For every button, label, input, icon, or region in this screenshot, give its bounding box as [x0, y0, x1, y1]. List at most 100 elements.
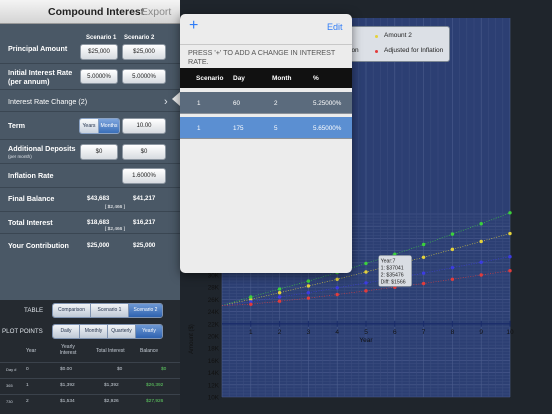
total-interest-label: Total Interest	[8, 218, 53, 227]
plot-option-quarterly[interactable]: Quarterly	[108, 325, 136, 338]
table-option-scenario-1[interactable]: Scenario 1	[91, 304, 129, 317]
y-tick-label: 30K	[208, 273, 220, 280]
rate-change-popover: + Edit PRESS '+' TO ADD A CHANGE IN INTE…	[180, 14, 352, 273]
annotation-line: 1: $37041	[381, 265, 404, 271]
rate-row[interactable]: 1 60 2 5.25000%	[180, 92, 352, 114]
plot-option-monthly[interactable]: Monthly	[80, 325, 108, 338]
add-rate-change-button[interactable]: +	[189, 17, 198, 35]
data-point	[364, 281, 368, 285]
plot-option-daily[interactable]: Daily	[53, 325, 80, 338]
principal-field-1[interactable]: $25,000	[80, 44, 118, 60]
data-point	[508, 231, 512, 236]
y-tick-label: 18K	[208, 346, 220, 353]
table-mode-control: Comparison Scenario 1 Scenario 2	[52, 303, 163, 318]
final-balance-row: Final Balance $43,683 $41,217	[0, 188, 180, 212]
x-tick-label: 1	[249, 329, 253, 336]
data-point	[450, 277, 455, 281]
col-yearly-interest: Yearly Interest	[59, 344, 77, 356]
initial-rate-field-2[interactable]: 5.0000%	[122, 69, 166, 84]
x-tick-label: 10	[506, 329, 514, 336]
data-point	[306, 279, 311, 283]
x-tick-label: 9	[479, 329, 483, 336]
initial-rate-field-1[interactable]: 5.0000%	[80, 69, 118, 84]
initial-rate-row: Initial Interest Rate (per annum) 5.0000%…	[0, 64, 180, 90]
annotation-line: 2: $35476	[381, 272, 404, 278]
legend-dot-amount-2	[375, 35, 378, 38]
chart-legend: ion Amount 2 Adjusted for Inflation	[347, 26, 450, 62]
contribution-row: Your Contribution $25,000 $25,000	[0, 234, 180, 258]
deposits-label: Additional Deposits (per month)	[8, 144, 76, 159]
contribution-label: Your Contribution	[8, 241, 69, 250]
app-window: Compound Interest Export Scenario 1 Scen…	[0, 0, 552, 414]
y-tick-label: 10K	[208, 395, 220, 402]
plot-points-control: Daily Monthly Quarterly Yearly	[52, 324, 163, 339]
data-point	[306, 284, 311, 288]
inflation-field[interactable]: 1.6000%	[122, 168, 166, 184]
term-unit-months[interactable]: Months	[99, 119, 119, 133]
final-balance-2: $41,217	[133, 195, 156, 202]
y-tick-label: 14K	[208, 370, 220, 377]
title-bar: Compound Interest Export	[0, 0, 180, 24]
data-point	[421, 242, 426, 247]
table-row: 730 2 $1,534 $2,926 $27,926	[0, 394, 180, 410]
data-point	[508, 255, 512, 259]
rate-row-selected[interactable]: 1 175 5 5.65000%	[180, 117, 352, 139]
data-point	[249, 295, 253, 299]
term-row: Term Years Months 10.00	[0, 112, 180, 140]
table-row: 365 1 $1,392 $1,392 $26,392	[0, 378, 180, 394]
y-tick-label: 22K	[208, 321, 220, 328]
data-point	[421, 271, 426, 275]
final-balance-diff: [ $2,466 ]	[103, 205, 128, 210]
deposits-field-2[interactable]: $0	[122, 144, 166, 160]
data-point	[479, 273, 483, 277]
initial-rate-label: Initial Interest Rate (per annum)	[8, 68, 73, 86]
legend-dot-adjusted	[375, 50, 378, 53]
header-rate: %	[313, 75, 319, 82]
rate-change-label: Interest Rate Change (2)	[8, 97, 88, 106]
data-point	[450, 265, 455, 270]
inflation-row: Inflation Rate 1.6000%	[0, 164, 180, 188]
data-point	[479, 239, 483, 244]
data-point	[249, 302, 253, 306]
table-option-comparison[interactable]: Comparison	[53, 304, 91, 317]
data-point	[277, 295, 282, 299]
principal-field-2[interactable]: $25,000	[122, 44, 166, 60]
header-day: Day	[233, 75, 245, 82]
edit-button[interactable]: Edit	[327, 22, 343, 32]
term-field[interactable]: 10.00	[122, 118, 166, 134]
total-interest-row: Total Interest $18,683 $16,217	[0, 212, 180, 234]
data-point	[306, 296, 311, 300]
x-tick-label: 7	[422, 329, 426, 336]
x-tick-label: 6	[393, 329, 397, 336]
deposits-field-1[interactable]: $0	[80, 144, 118, 160]
legend-adjusted: Adjusted for Inflation	[384, 47, 444, 54]
plot-option-yearly[interactable]: Yearly	[136, 325, 162, 338]
final-balance-1: $43,683	[87, 195, 110, 202]
data-point	[479, 222, 483, 226]
deposits-sublabel: (per month)	[8, 153, 32, 159]
table-row: Day # 0 $0.00 $0 $0	[0, 362, 180, 378]
x-axis-title: Year	[359, 337, 373, 344]
data-point	[508, 269, 512, 273]
x-tick-label: 3	[307, 329, 311, 336]
data-point	[364, 270, 368, 274]
table-option-scenario-2[interactable]: Scenario 2	[129, 304, 162, 317]
x-tick-label: 4	[335, 329, 339, 336]
contribution-1: $25,000	[87, 242, 110, 249]
col-balance: Balance	[140, 348, 159, 354]
data-point	[421, 255, 426, 260]
term-label: Term	[8, 121, 26, 130]
data-point	[364, 261, 368, 266]
data-point	[277, 290, 282, 295]
deposits-row: Additional Deposits (per month) $0 $0	[0, 140, 180, 164]
export-button[interactable]: Export	[141, 6, 171, 18]
y-tick-label: 28K	[208, 285, 220, 292]
initial-rate-sublabel: (per annum)	[8, 76, 50, 86]
data-point	[335, 286, 339, 290]
rate-table-header: Scenario Day Month %	[180, 68, 352, 88]
data-point	[508, 211, 512, 215]
y-axis-title: Amount ($)	[189, 324, 195, 354]
final-balance-label: Final Balance	[8, 194, 55, 203]
term-unit-years[interactable]: Years	[80, 119, 99, 133]
rate-change-row[interactable]: Interest Rate Change (2)	[0, 90, 180, 112]
